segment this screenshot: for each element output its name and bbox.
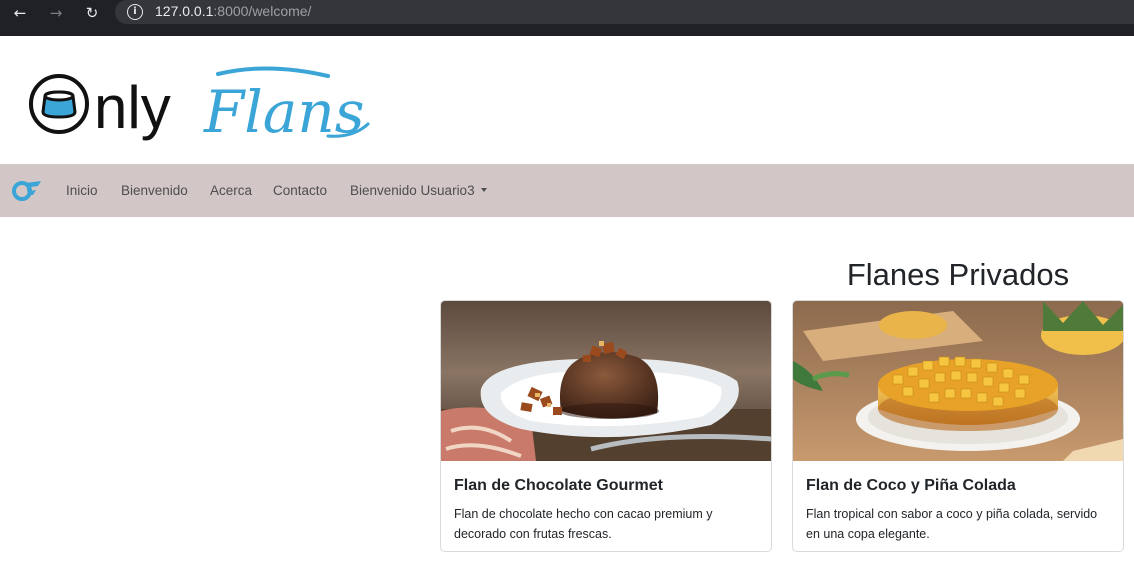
forward-arrow-icon[interactable]: →: [43, 3, 69, 23]
flan-card-coconut[interactable]: Flan de Coco y Piña Colada Flan tropical…: [792, 300, 1124, 552]
nav-item-inicio[interactable]: Inicio: [66, 183, 98, 198]
card-text: Flan de chocolate hecho con cacao premiu…: [454, 507, 713, 541]
nav-item-contacto[interactable]: Contacto: [273, 183, 327, 198]
onlyflans-brand-icon[interactable]: [12, 178, 42, 202]
url-text[interactable]: 127.0.0.1:8000/welcome/: [155, 3, 311, 19]
back-arrow-icon[interactable]: ←: [7, 3, 33, 23]
url-path: :8000/welcome/: [213, 3, 312, 19]
coconut-pina-colada-flan-image: [793, 301, 1123, 461]
info-icon[interactable]: i: [127, 4, 143, 20]
reload-icon[interactable]: ↻: [79, 3, 105, 23]
page-title: Flanes Privados: [846, 257, 1070, 292]
onlyflans-logo[interactable]: nly Flans: [28, 66, 388, 150]
flan-card-chocolate[interactable]: Flan de Chocolate Gourmet Flan de chocol…: [440, 300, 772, 552]
card-title: Flan de Chocolate Gourmet: [454, 477, 663, 494]
address-bar[interactable]: i 127.0.0.1:8000/welcome/: [115, 0, 1134, 24]
user-dropdown-toggle[interactable]: Bienvenido Usuario3: [350, 183, 487, 198]
card-text: Flan tropical con sabor a coco y piña co…: [806, 507, 1098, 541]
url-host: 127.0.0.1: [155, 3, 214, 19]
logo-text-only: nly: [94, 74, 171, 141]
card-title: Flan de Coco y Piña Colada: [806, 477, 1016, 494]
main-navbar: Inicio Bienvenido Acerca Contacto Bienve…: [0, 164, 1134, 217]
chocolate-flan-image: [441, 301, 771, 461]
browser-toolbar: ← → ↻ i 127.0.0.1:8000/welcome/: [0, 0, 1134, 36]
caret-down-icon: [480, 188, 487, 192]
nav-item-acerca[interactable]: Acerca: [210, 183, 252, 198]
user-dropdown-label: Bienvenido Usuario3: [350, 183, 475, 198]
nav-item-bienvenido[interactable]: Bienvenido: [121, 183, 188, 198]
